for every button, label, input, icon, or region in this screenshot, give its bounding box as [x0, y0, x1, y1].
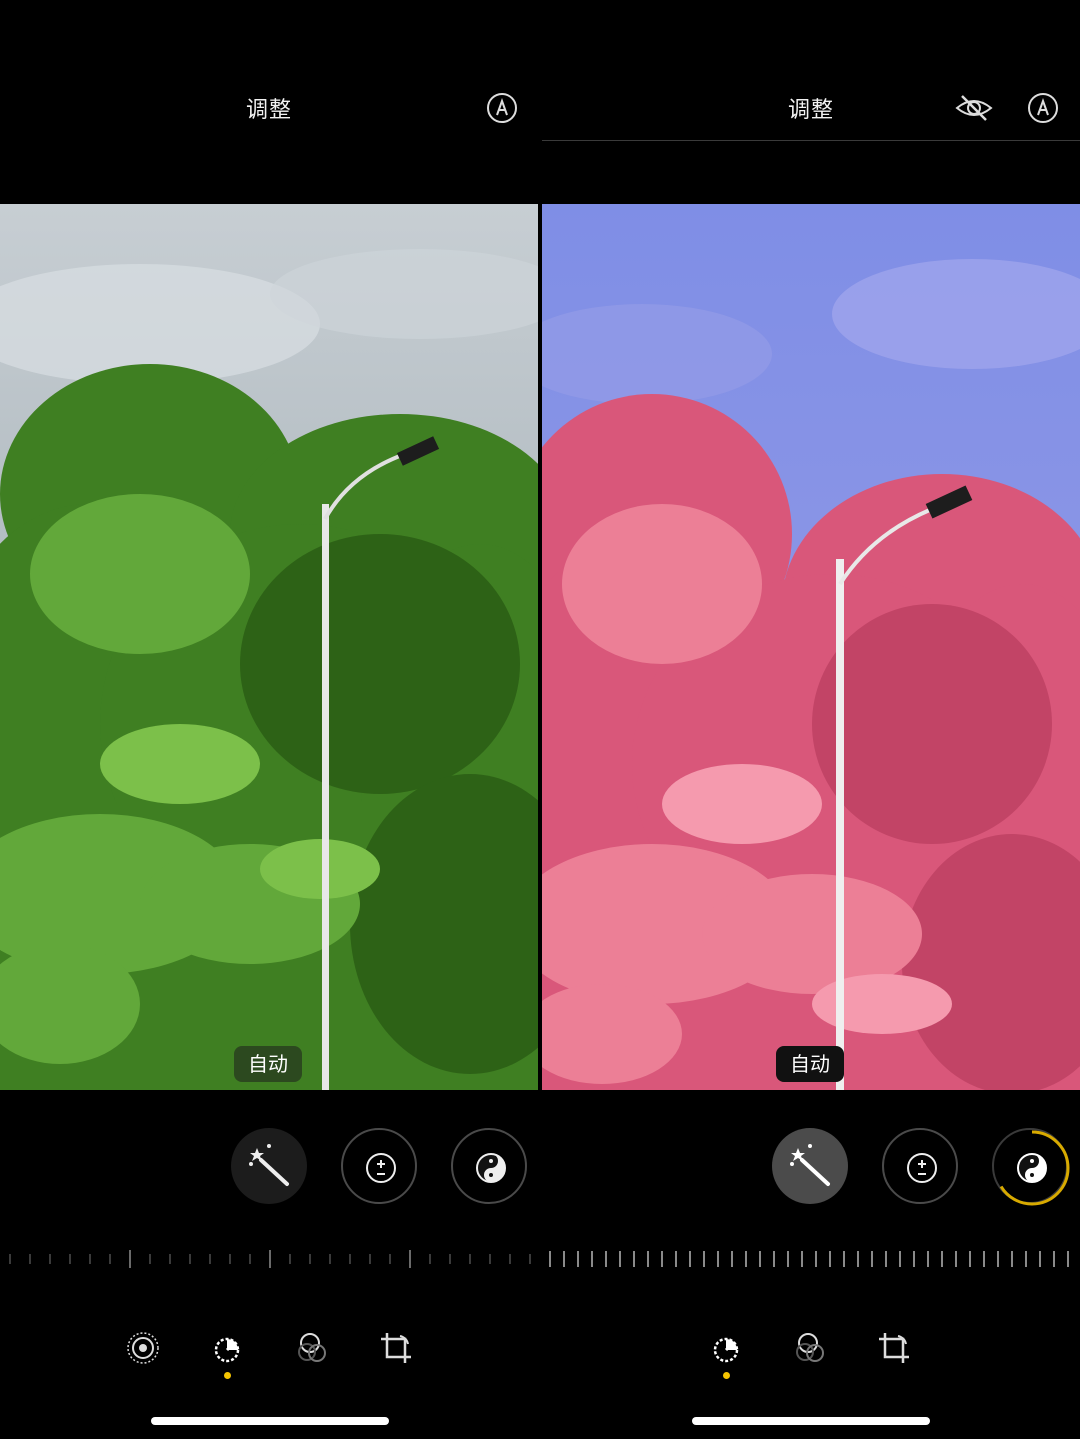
adjustment-slider[interactable] — [542, 1248, 1080, 1270]
markup-icon[interactable] — [1027, 92, 1059, 124]
photo-preview-filtered — [542, 204, 1080, 1090]
filters-icon[interactable] — [793, 1330, 829, 1366]
auto-label[interactable]: 自动 — [776, 1046, 844, 1082]
page-title: 调整 — [245, 98, 292, 123]
exposure-icon — [366, 1153, 396, 1183]
photo-preview-original — [0, 204, 538, 1090]
home-indicator[interactable] — [692, 1417, 930, 1425]
markup-icon[interactable] — [486, 92, 518, 124]
exposure-button[interactable] — [882, 1128, 958, 1204]
adjust-icon[interactable] — [708, 1330, 744, 1366]
home-indicator[interactable] — [151, 1417, 389, 1425]
adjust-icon[interactable] — [209, 1330, 245, 1366]
brilliance-icon — [476, 1153, 506, 1183]
brilliance-button[interactable] — [992, 1128, 1070, 1206]
left-editor-panel: 调整 自动 — [0, 0, 538, 1439]
page-title: 调整 — [787, 98, 834, 123]
live-photo-icon[interactable] — [125, 1330, 161, 1366]
magic-wand-icon — [790, 1144, 830, 1186]
auto-enhance-button[interactable] — [231, 1128, 307, 1204]
magic-wand-icon — [249, 1144, 289, 1186]
right-editor-panel: 调整 自动 — [542, 0, 1080, 1439]
header-divider — [542, 140, 1080, 141]
brilliance-icon — [994, 1130, 1070, 1206]
active-tab-indicator — [224, 1372, 231, 1379]
auto-label[interactable]: 自动 — [234, 1046, 302, 1082]
auto-enhance-button[interactable] — [772, 1128, 848, 1204]
filters-icon[interactable] — [295, 1330, 331, 1366]
active-tab-indicator — [723, 1372, 730, 1379]
exposure-icon — [907, 1153, 937, 1183]
crop-icon[interactable] — [378, 1330, 414, 1366]
adjustment-slider[interactable] — [0, 1248, 538, 1270]
hide-eye-icon[interactable] — [954, 92, 994, 124]
brilliance-button[interactable] — [451, 1128, 527, 1204]
exposure-button[interactable] — [341, 1128, 417, 1204]
crop-icon[interactable] — [876, 1330, 912, 1366]
